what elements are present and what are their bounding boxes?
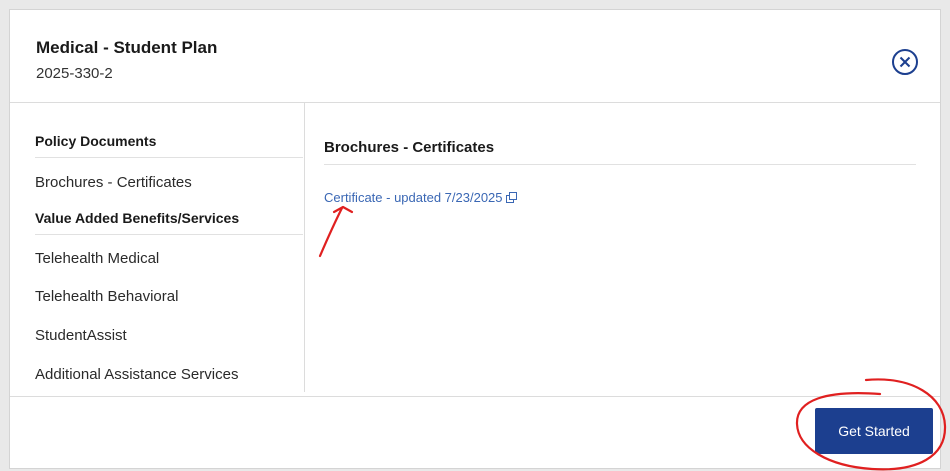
divider [35,234,303,235]
divider [35,157,303,158]
sidebar-heading-policy-documents: Policy Documents [35,133,157,149]
sidebar-item-brochures-certificates[interactable]: Brochures - Certificates [35,174,192,191]
section-heading: Brochures - Certificates [324,139,495,156]
plan-modal: Medical - Student Plan 2025-330-2 Policy… [9,9,941,469]
sidebar-item-additional-assistance[interactable]: Additional Assistance Services [35,366,238,383]
close-icon[interactable] [891,48,919,76]
modal-header: Medical - Student Plan 2025-330-2 [10,10,940,103]
sidebar-item-telehealth-behavioral[interactable]: Telehealth Behavioral [35,288,178,305]
get-started-button[interactable]: Get Started [815,408,933,454]
certificate-link-label: Certificate - updated 7/23/2025 [324,190,503,205]
sidebar-item-telehealth-medical[interactable]: Telehealth Medical [35,250,159,267]
footer-divider [10,396,940,397]
sidebar-item-studentassist[interactable]: StudentAssist [35,327,127,344]
modal-title: Medical - Student Plan [36,38,218,57]
sidebar-heading-value-added: Value Added Benefits/Services [35,210,240,226]
certificate-link[interactable]: Certificate - updated 7/23/2025 [324,190,517,206]
modal-subtitle: 2025-330-2 [36,65,113,82]
sidebar: Policy Documents Brochures - Certificate… [10,102,305,392]
divider [324,164,916,165]
external-link-icon [505,191,517,206]
